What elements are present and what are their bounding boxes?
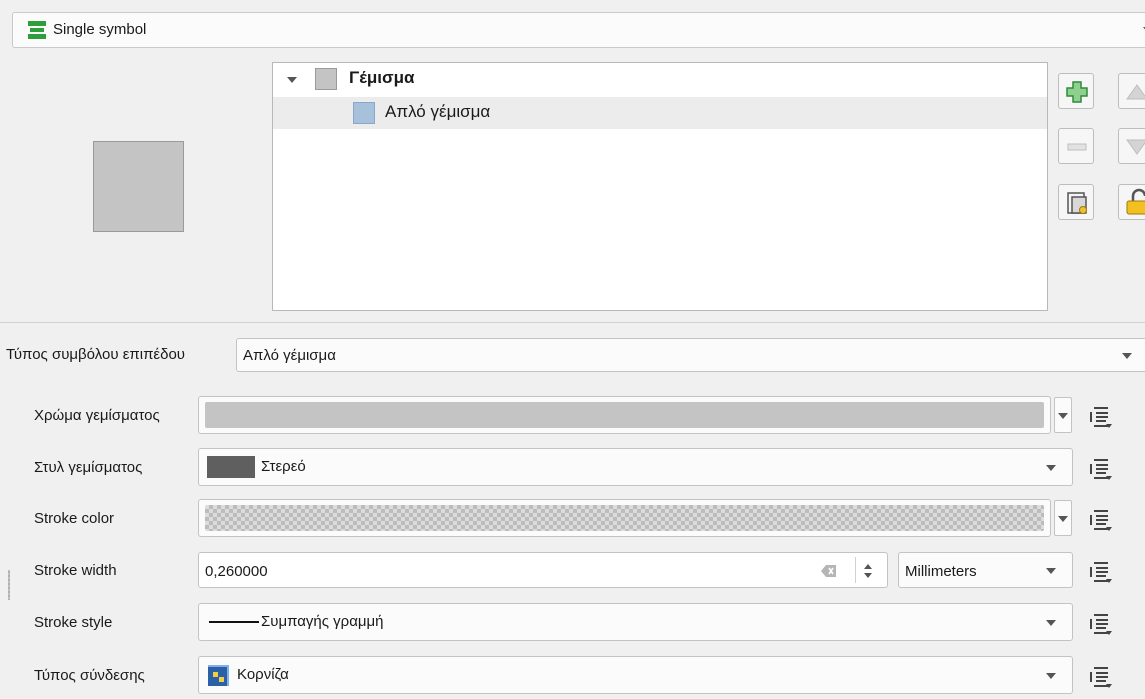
stroke-color-button[interactable] xyxy=(198,499,1051,537)
stroke-style-combo[interactable]: Συμπαγής γραμμή xyxy=(198,603,1073,641)
data-defined-override-icon[interactable] xyxy=(1086,454,1114,482)
fill-style-swatch xyxy=(207,456,255,478)
move-up-button[interactable] xyxy=(1118,73,1145,109)
fill-style-label: Στυλ γεμίσματος xyxy=(34,459,143,476)
fill-style-combo[interactable]: Στερεό xyxy=(198,448,1073,486)
stroke-color-menu-button[interactable] xyxy=(1054,500,1072,536)
tree-item-simple-fill[interactable]: Απλό γέμισμα xyxy=(273,97,1047,129)
fill-style-value: Στερεό xyxy=(261,458,306,475)
stroke-color-swatch xyxy=(205,505,1044,531)
stroke-color-label: Stroke color xyxy=(34,510,115,527)
fill-color-button[interactable] xyxy=(198,396,1051,434)
layer-type-label: Τύπος συμβόλου επιπέδου xyxy=(6,346,186,363)
stroke-width-spinbox[interactable]: 0,260000 xyxy=(198,552,888,588)
tree-item-fill[interactable]: Γέμισμα xyxy=(273,63,1047,95)
remove-layer-icon xyxy=(1067,143,1087,151)
data-defined-override-icon[interactable] xyxy=(1086,662,1114,690)
move-up-icon xyxy=(1126,84,1145,100)
expand-arrow-icon[interactable] xyxy=(287,77,297,83)
stroke-style-label: Stroke style xyxy=(34,614,113,631)
add-layer-button[interactable] xyxy=(1058,73,1094,109)
move-down-icon xyxy=(1126,139,1145,155)
section-divider xyxy=(0,322,1145,323)
stroke-width-unit-combo[interactable]: Millimeters xyxy=(898,552,1073,588)
clear-icon[interactable] xyxy=(821,564,837,578)
chevron-down-icon xyxy=(1046,465,1056,471)
stroke-width-label: Stroke width xyxy=(34,562,117,579)
join-style-value: Κορνίζα xyxy=(237,666,289,683)
duplicate-layer-icon xyxy=(1067,192,1087,214)
miter-join-icon xyxy=(208,665,229,686)
lock-icon xyxy=(1126,188,1145,215)
single-symbol-icon xyxy=(28,21,46,39)
move-down-button[interactable] xyxy=(1118,128,1145,164)
fill-color-menu-button[interactable] xyxy=(1054,397,1072,433)
symbol-preview xyxy=(93,141,184,232)
layer-type-value: Απλό γέμισμα xyxy=(243,347,336,364)
tree-child-label: Απλό γέμισμα xyxy=(385,102,491,121)
chevron-down-icon xyxy=(1046,568,1056,574)
renderer-label: Single symbol xyxy=(53,21,147,38)
duplicate-layer-button[interactable] xyxy=(1058,184,1094,220)
stroke-width-unit: Millimeters xyxy=(905,563,977,580)
symbol-layer-tree[interactable]: Γέμισμα Απλό γέμισμα xyxy=(272,62,1048,311)
chevron-down-icon xyxy=(1046,620,1056,626)
spin-separator xyxy=(855,557,856,583)
data-defined-override-icon[interactable] xyxy=(1086,505,1114,533)
spin-arrows-icon[interactable] xyxy=(861,561,875,581)
tree-root-label: Γέμισμα xyxy=(349,68,415,87)
join-style-label: Τύπος σύνδεσης xyxy=(34,667,145,684)
data-defined-override-icon[interactable] xyxy=(1086,402,1114,430)
chevron-down-icon xyxy=(1046,673,1056,679)
chevron-down-icon xyxy=(1122,353,1132,359)
layer-type-combo[interactable]: Απλό γέμισμα xyxy=(236,338,1145,372)
fill-swatch-icon xyxy=(315,68,337,90)
splitter-handle[interactable] xyxy=(8,570,10,600)
chevron-down-icon xyxy=(1058,516,1068,522)
fill-color-label: Χρώμα γεμίσματος xyxy=(34,407,160,424)
stroke-width-value: 0,260000 xyxy=(205,563,268,580)
add-layer-icon xyxy=(1066,81,1088,103)
remove-layer-button[interactable] xyxy=(1058,128,1094,164)
join-style-combo[interactable]: Κορνίζα xyxy=(198,656,1073,694)
lock-layer-button[interactable] xyxy=(1118,184,1145,220)
solid-line-icon xyxy=(209,621,259,623)
data-defined-override-icon[interactable] xyxy=(1086,557,1114,585)
stroke-style-value: Συμπαγής γραμμή xyxy=(261,613,384,630)
renderer-combo[interactable]: Single symbol xyxy=(12,12,1145,48)
fill-color-swatch xyxy=(205,402,1044,428)
simple-fill-swatch-icon xyxy=(353,102,375,124)
data-defined-override-icon[interactable] xyxy=(1086,609,1114,637)
chevron-down-icon xyxy=(1058,413,1068,419)
